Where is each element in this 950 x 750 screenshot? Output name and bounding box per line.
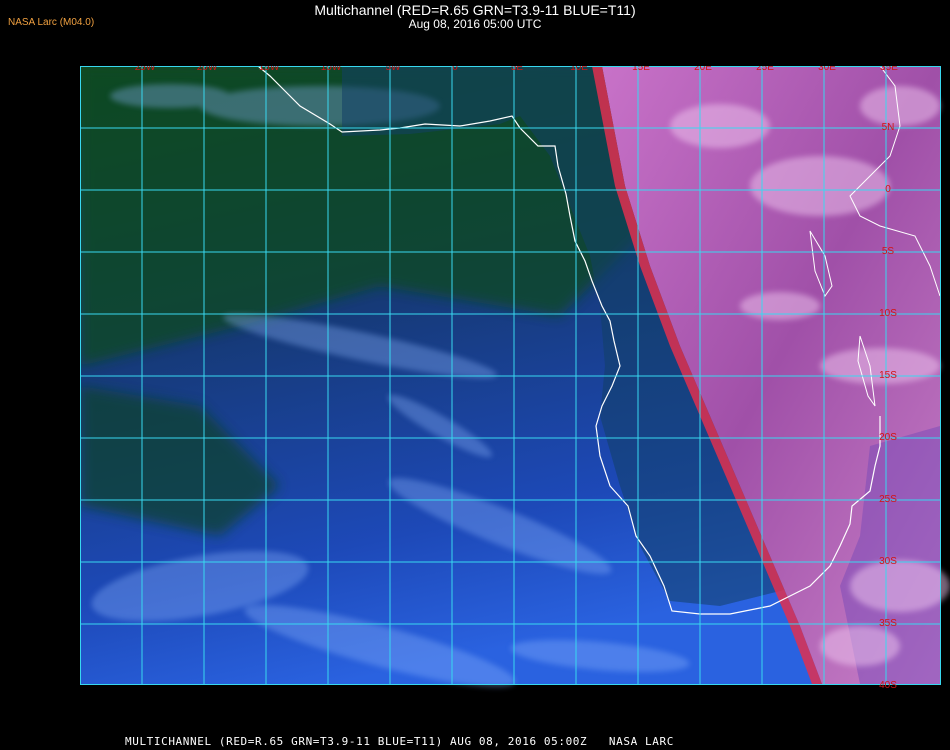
latitude-label: 10S — [879, 308, 897, 319]
longitude-label: 0 — [452, 66, 458, 73]
longitude-label: 20E — [694, 66, 712, 73]
latitude-label: 30S — [879, 556, 897, 567]
satellite-image[interactable]: 25W 20W 15W 10W 5W 0 5E 10E 15E 20E 25E 30E 35E 5N 0 5S… — [79, 62, 950, 726]
footer-caption: MULTICHANNEL (RED=R.65 GRN=T3.9-11 BLUE=… — [125, 735, 674, 748]
latitude-label: 0 — [885, 184, 891, 195]
latitude-label: 5N — [882, 122, 895, 133]
longitude-label: 25E — [756, 66, 774, 73]
longitude-label: 5E — [511, 66, 524, 73]
image-title: Multichannel (RED=R.65 GRN=T3.9-11 BLUE=… — [314, 2, 636, 18]
latitude-label: 20S — [879, 432, 897, 443]
latitude-label: 35S — [879, 618, 897, 629]
image-timestamp: Aug 08, 2016 05:00 UTC — [408, 17, 542, 31]
latitude-label: 5S — [882, 246, 895, 257]
longitude-label: 25W — [135, 66, 156, 73]
longitude-label: 5W — [386, 66, 402, 73]
longitude-label: 30E — [818, 66, 836, 73]
latitude-label: 40S — [879, 680, 897, 691]
latitude-label: 25S — [879, 494, 897, 505]
latitude-label: 15S — [879, 370, 897, 381]
longitude-label: 10E — [570, 66, 588, 73]
longitude-label: 10W — [321, 66, 342, 73]
longitude-label: 15E — [632, 66, 650, 73]
longitude-label: 20W — [197, 66, 218, 73]
longitude-label: 15W — [259, 66, 280, 73]
longitude-label: 35E — [880, 66, 898, 73]
